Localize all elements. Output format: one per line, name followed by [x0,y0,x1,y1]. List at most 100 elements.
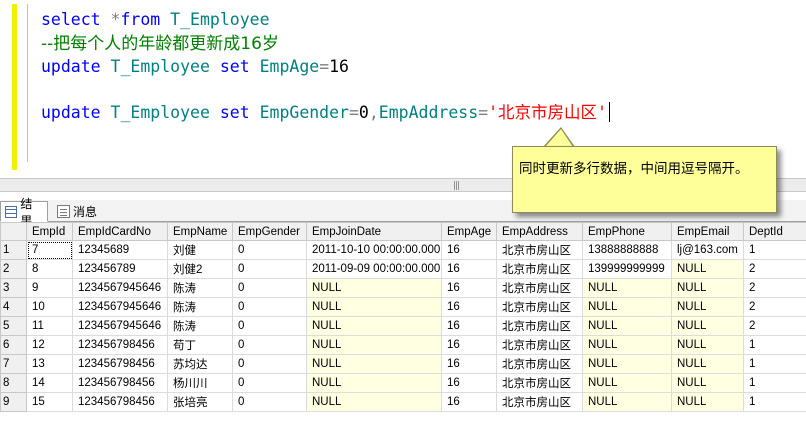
grid-cell[interactable]: 13 [26,354,73,374]
grid-cell[interactable]: 16 [441,335,497,355]
splitter-grip-icon[interactable]: ||| [453,181,460,191]
grid-cell[interactable]: 北京市房山区 [496,354,583,374]
grid-cell[interactable]: 16 [441,278,497,298]
column-header[interactable]: EmpGender [232,222,307,241]
grid-cell[interactable]: 苏均达 [167,354,233,374]
grid-cell[interactable]: 16 [441,373,497,393]
grid-cell[interactable]: NULL [306,373,442,393]
row-number[interactable]: 1 [0,240,27,260]
grid-cell[interactable]: 16 [441,297,497,317]
column-header[interactable]: EmpName [167,222,233,241]
grid-cell[interactable]: NULL [671,354,744,374]
grid-cell[interactable]: NULL [306,316,442,336]
grid-cell[interactable]: 16 [441,259,497,279]
grid-cell[interactable]: 2 [743,316,806,336]
grid-cell[interactable]: NULL [582,354,672,374]
grid-cell[interactable]: NULL [671,297,744,317]
table-row[interactable]: 1 7 12345689 刘健 0 2011-10-10 00:00:00.000 16 北京… [0,240,806,260]
grid-cell[interactable]: NULL [671,259,744,279]
grid-cell[interactable]: 16 [441,392,497,412]
tab-messages[interactable]: 消息 [53,201,105,222]
grid-cell[interactable]: 123456798456 [72,354,168,374]
grid-cell[interactable]: lj@163.com [671,240,744,260]
row-number-header[interactable] [0,222,27,241]
column-header[interactable]: EmpEmail [671,222,744,241]
grid-cell[interactable]: 2011-10-10 00:00:00.000 [306,240,442,260]
grid-cell[interactable]: 刘健 [167,240,233,260]
grid-cell[interactable]: 15 [26,392,73,412]
grid-cell[interactable]: 2 [743,297,806,317]
grid-cell[interactable]: 北京市房山区 [496,335,583,355]
row-number[interactable]: 5 [0,316,27,336]
grid-cell[interactable]: 陈涛 [167,316,233,336]
grid-cell[interactable]: 北京市房山区 [496,240,583,260]
table-row[interactable]: 6 12 123456798456 苟丁 0 NULL 16 北京市房山区 NULL NULL 1 [0,335,806,355]
grid-cell[interactable]: 张培亮 [167,392,233,412]
grid-cell[interactable]: 0 [232,335,307,355]
grid-cell[interactable]: 2011-09-09 00:00:00.000 [306,259,442,279]
grid-cell[interactable]: 北京市房山区 [496,316,583,336]
grid-cell[interactable]: NULL [671,316,744,336]
grid-cell[interactable]: 1234567945646 [72,316,168,336]
grid-cell[interactable]: 1234567945646 [72,297,168,317]
grid-cell[interactable]: 北京市房山区 [496,259,583,279]
grid-cell[interactable]: 杨川川 [167,373,233,393]
grid-cell[interactable]: 北京市房山区 [496,392,583,412]
grid-cell[interactable]: NULL [582,278,672,298]
code-line-update-age[interactable]: update T_Employee set EmpAge=16 [41,56,349,78]
column-header[interactable]: EmpPhone [582,222,672,241]
grid-cell[interactable]: NULL [582,373,672,393]
code-line-select[interactable]: select *from T_Employee [41,9,270,31]
grid-cell[interactable]: NULL [306,354,442,374]
grid-cell[interactable]: 8 [26,259,73,279]
grid-cell[interactable]: 1234567945646 [72,278,168,298]
grid-cell[interactable]: 2 [743,259,806,279]
row-number[interactable]: 3 [0,278,27,298]
grid-cell[interactable]: 2 [743,278,806,298]
grid-cell[interactable]: 7 [26,240,73,260]
grid-cell[interactable]: 刘健2 [167,259,233,279]
tab-results[interactable]: 结果 [0,197,48,228]
grid-cell[interactable]: 0 [232,316,307,336]
grid-cell[interactable]: 12 [26,335,73,355]
grid-cell[interactable]: 陈涛 [167,278,233,298]
grid-cell[interactable]: NULL [671,373,744,393]
table-row[interactable]: 8 14 123456798456 杨川川 0 NULL 16 北京市房山区 NULL NULL 1 [0,373,806,393]
grid-cell[interactable]: 0 [232,373,307,393]
grid-cell[interactable]: 123456789 [72,259,168,279]
row-number[interactable]: 8 [0,373,27,393]
table-row[interactable]: 4 10 1234567945646 陈涛 0 NULL 16 北京市房山区 NULL NULL 2 [0,297,806,317]
column-header[interactable]: EmpId [26,222,73,241]
grid-cell[interactable]: 1 [743,240,806,260]
grid-cell[interactable]: NULL [582,316,672,336]
column-header[interactable]: EmpIdCardNo [72,222,168,241]
table-row[interactable]: 9 15 123456798456 张培亮 0 NULL 16 北京市房山区 NULL NULL 1 [0,392,806,412]
grid-cell[interactable]: NULL [671,278,744,298]
row-number[interactable]: 6 [0,335,27,355]
grid-cell[interactable]: NULL [671,335,744,355]
table-row[interactable]: 5 11 1234567945646 陈涛 0 NULL 16 北京市房山区 NULL NULL 2 [0,316,806,336]
row-number[interactable]: 2 [0,259,27,279]
grid-cell[interactable]: NULL [306,335,442,355]
grid-cell[interactable]: NULL [671,392,744,412]
code-line-comment[interactable]: --把每个人的年龄都更新成16岁 [41,33,279,55]
grid-cell[interactable]: 12345689 [72,240,168,260]
grid-cell[interactable]: 0 [232,392,307,412]
grid-cell[interactable]: NULL [582,335,672,355]
grid-cell[interactable]: 1 [743,335,806,355]
row-number[interactable]: 7 [0,354,27,374]
row-number[interactable]: 4 [0,297,27,317]
grid-cell[interactable]: NULL [306,278,442,298]
grid-cell[interactable]: 14 [26,373,73,393]
grid-cell[interactable]: 10 [26,297,73,317]
grid-cell[interactable]: 北京市房山区 [496,297,583,317]
grid-cell[interactable]: NULL [582,297,672,317]
grid-cell[interactable]: 苟丁 [167,335,233,355]
grid-cell[interactable]: 1 [743,392,806,412]
grid-cell[interactable]: 0 [232,297,307,317]
grid-cell[interactable]: 0 [232,354,307,374]
grid-cell[interactable]: NULL [306,392,442,412]
column-header[interactable]: EmpAddress [496,222,583,241]
grid-cell[interactable]: 16 [441,240,497,260]
grid-cell[interactable]: 0 [232,240,307,260]
